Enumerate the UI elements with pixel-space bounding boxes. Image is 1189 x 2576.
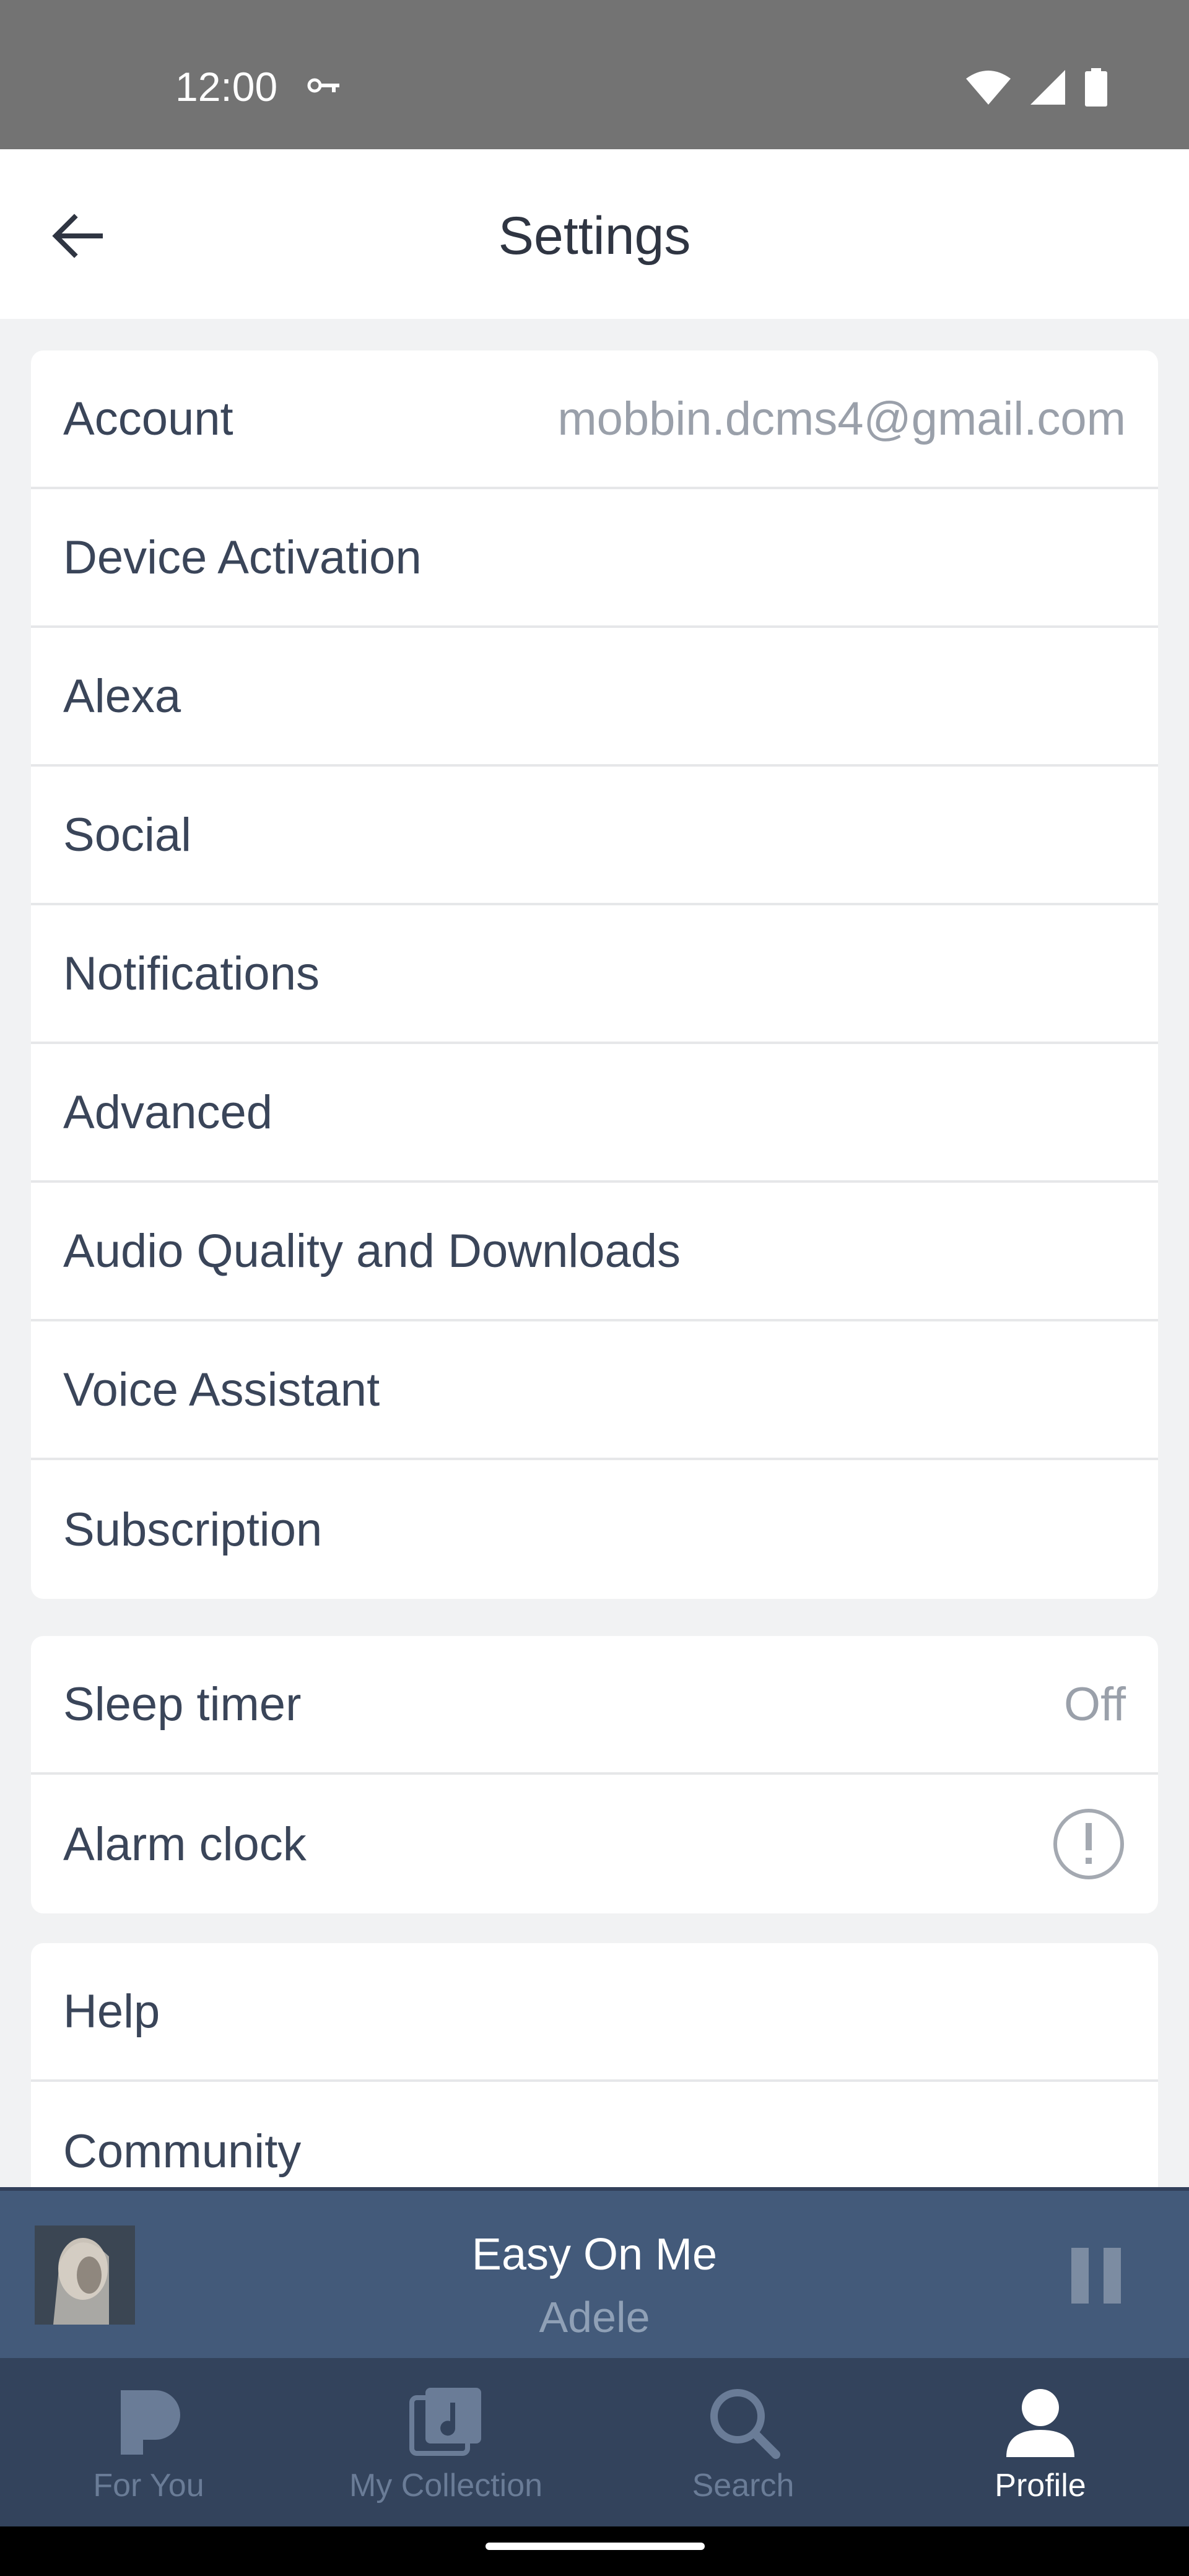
settings-row-account[interactable]: Account mobbin.dcms4@gmail.com xyxy=(31,350,1158,489)
mini-player[interactable]: Easy On Me Adele xyxy=(0,2187,1189,2358)
pause-icon xyxy=(1104,2248,1121,2304)
settings-row-advanced[interactable]: Advanced xyxy=(31,1044,1158,1183)
row-label: Subscription xyxy=(63,1503,323,1556)
nav-label: My Collection xyxy=(349,2468,543,2504)
vpn-key-icon xyxy=(307,78,339,93)
system-gesture-area xyxy=(0,2526,1189,2576)
nav-item-profile[interactable]: Profile xyxy=(892,2358,1189,2526)
settings-row-subscription[interactable]: Subscription xyxy=(31,1460,1158,1599)
row-label: Advanced xyxy=(63,1086,273,1139)
collection-icon xyxy=(409,2388,481,2456)
track-artist: Adele xyxy=(539,2293,650,2341)
nav-item-search[interactable]: Search xyxy=(594,2358,892,2526)
row-label: Audio Quality and Downloads xyxy=(63,1224,681,1277)
settings-row-audio-quality[interactable]: Audio Quality and Downloads xyxy=(31,1183,1158,1321)
settings-row-help[interactable]: Help xyxy=(31,1943,1158,2082)
settings-row-community[interactable]: Community xyxy=(31,2082,1158,2187)
settings-row-device-activation[interactable]: Device Activation xyxy=(31,489,1158,628)
settings-row-alexa[interactable]: Alexa xyxy=(31,628,1158,767)
account-email: mobbin.dcms4@gmail.com xyxy=(557,392,1126,445)
settings-card-support: Help Community xyxy=(31,1943,1158,2187)
row-label: Help xyxy=(63,1985,160,2038)
settings-card-timers: Sleep timer Off Alarm clock xyxy=(31,1636,1158,1913)
status-time: 12:00 xyxy=(175,64,278,110)
row-label: Alarm clock xyxy=(63,1817,307,1871)
row-label: Alexa xyxy=(63,669,181,723)
page-title: Settings xyxy=(498,206,691,266)
bottom-navigation: For You My Collection Search Profile xyxy=(0,2358,1189,2526)
pause-icon xyxy=(1071,2248,1089,2304)
sleep-timer-value: Off xyxy=(1064,1677,1126,1731)
nav-item-for-you[interactable]: For You xyxy=(0,2358,297,2526)
row-label: Community xyxy=(63,2125,302,2178)
row-label: Notifications xyxy=(63,947,320,1000)
alert-circle-icon xyxy=(1053,1809,1124,1879)
settings-row-notifications[interactable]: Notifications xyxy=(31,905,1158,1044)
cellular-signal-icon xyxy=(1030,70,1065,105)
track-title: Easy On Me xyxy=(471,2230,718,2279)
settings-row-alarm-clock[interactable]: Alarm clock xyxy=(31,1775,1158,1913)
gesture-handle[interactable] xyxy=(486,2543,705,2550)
profile-icon xyxy=(1006,2389,1074,2457)
top-app-bar: Settings xyxy=(0,149,1189,319)
settings-card-account: Account mobbin.dcms4@gmail.com Device Ac… xyxy=(31,350,1158,1599)
battery-icon xyxy=(1085,68,1107,107)
nav-label: Profile xyxy=(995,2468,1086,2504)
wifi-icon xyxy=(966,71,1011,105)
status-bar: 12:00 xyxy=(0,0,1189,149)
search-icon xyxy=(710,2389,780,2459)
pause-button[interactable] xyxy=(1071,2248,1121,2304)
nav-label: Search xyxy=(692,2468,795,2504)
settings-row-voice-assistant[interactable]: Voice Assistant xyxy=(31,1321,1158,1460)
pandora-p-icon xyxy=(121,2390,180,2455)
nav-label: For You xyxy=(93,2468,204,2504)
row-label: Sleep timer xyxy=(63,1677,302,1731)
row-label: Device Activation xyxy=(63,531,422,584)
row-label: Social xyxy=(63,808,191,861)
nav-item-my-collection[interactable]: My Collection xyxy=(297,2358,594,2526)
settings-row-sleep-timer[interactable]: Sleep timer Off xyxy=(31,1636,1158,1775)
row-label: Voice Assistant xyxy=(63,1363,380,1416)
status-icons xyxy=(965,68,1108,107)
settings-row-social[interactable]: Social xyxy=(31,767,1158,905)
row-label: Account xyxy=(63,392,233,445)
